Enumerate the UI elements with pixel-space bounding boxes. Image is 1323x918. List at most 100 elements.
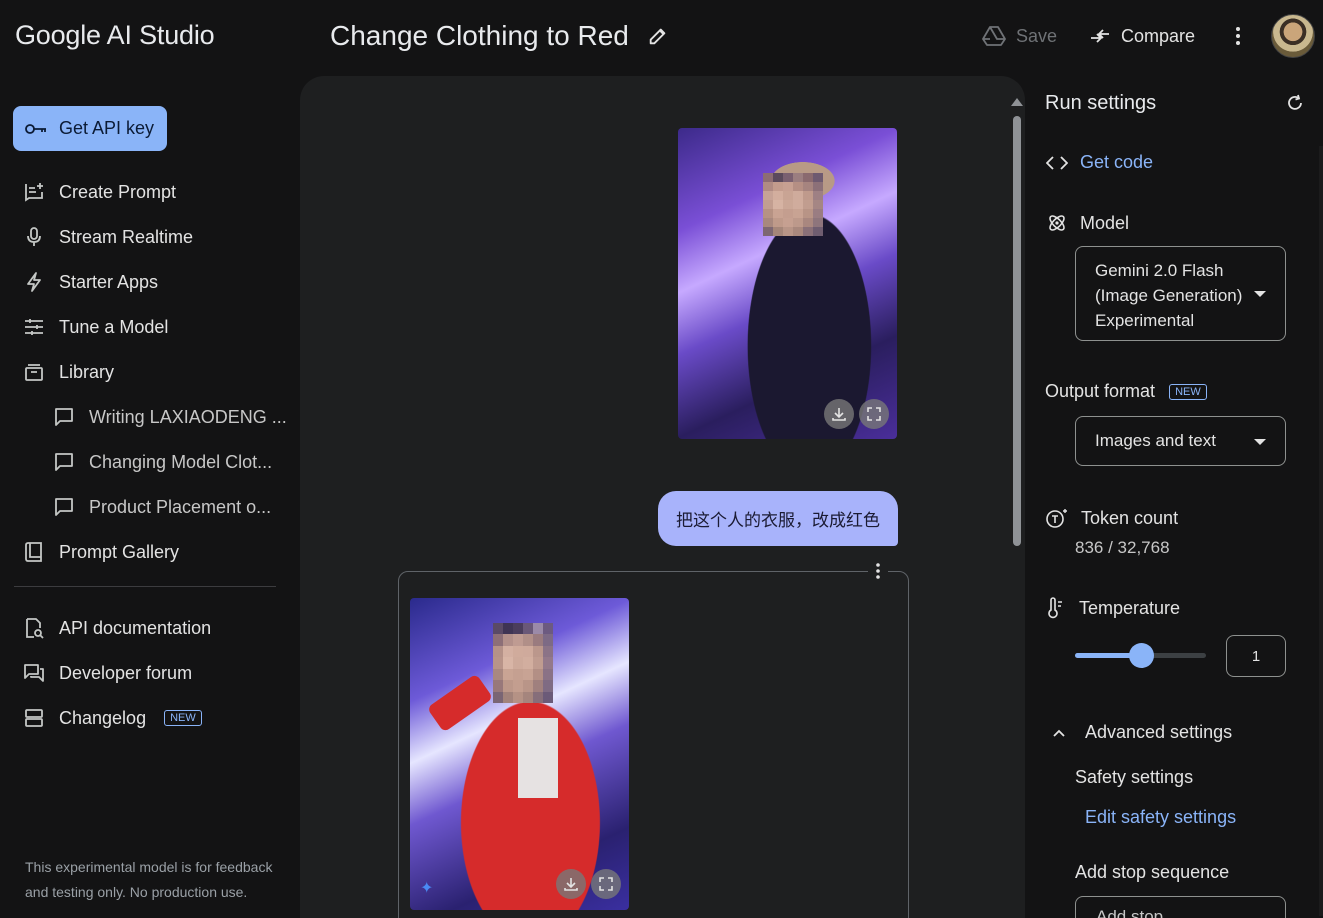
more-vert-icon[interactable] [1235,26,1241,46]
chevron-up-icon [1051,725,1067,741]
library-item[interactable]: Product Placement o... [53,496,271,518]
red-sleeve [426,673,494,733]
chat-bubble-icon [53,451,75,473]
sidebar-item-library[interactable]: Library [23,361,114,383]
compare-label: Compare [1120,25,1195,46]
sparkle-icon: ✦ [420,880,434,897]
sidebar-item-prompt-gallery[interactable]: Prompt Gallery [23,541,179,563]
slider-thumb[interactable] [1128,643,1154,668]
output-format-label: Output format [1045,381,1156,401]
advanced-settings-toggle[interactable]: Advanced settings [1051,722,1232,743]
compare-arrows-icon [1089,26,1111,46]
token-count-label: Token count [1081,507,1179,528]
stop-sequence-input[interactable]: Add stop... [1075,896,1286,918]
sidebar-item-developer-forum[interactable]: Developer forum [23,662,192,684]
chat-scrollbar[interactable] [1011,98,1023,918]
save-label: Save [1015,25,1057,46]
fullscreen-icon [599,877,613,891]
forum-icon [23,662,45,684]
chat-panel: 把这个人的衣服，改成红色 ✦ [300,76,1025,918]
model-select[interactable]: Gemini 2.0 Flash (Image Generation) Expe… [1075,246,1286,341]
fullscreen-button[interactable] [591,869,621,899]
stop-sequence-label: Add stop sequence [1075,862,1230,882]
sidebar-item-label: Prompt Gallery [59,541,180,562]
stop-sequence-placeholder: Add stop... [1096,907,1178,918]
scroll-thumb[interactable] [1013,116,1021,546]
tune-icon [23,316,45,338]
library-item-label: Product Placement o... [89,496,272,517]
input-image[interactable] [678,128,897,439]
dropdown-caret-icon [1254,291,1266,297]
output-format-select[interactable]: Images and text [1075,416,1286,466]
library-item[interactable]: Writing LAXIAODENG ... [53,406,287,428]
temperature-slider[interactable] [1075,643,1206,668]
sidebar-item-changelog[interactable]: Changelog NEW [23,707,202,729]
app-brand[interactable]: Google AI Studio [15,20,215,51]
model-label-row: Model [1046,212,1129,234]
new-badge: NEW [164,710,202,726]
advanced-settings-label: Advanced settings [1085,722,1233,742]
download-button[interactable] [824,399,854,429]
new-badge: NEW [1169,383,1207,400]
sidebar-item-label: Changelog [59,707,147,728]
blurred-face [493,623,553,703]
dropdown-caret-icon [1254,439,1266,445]
api-key-label: Get API key [59,118,155,138]
sidebar-item-stream-realtime[interactable]: Stream Realtime [23,226,193,248]
download-icon [832,408,846,421]
mic-icon [23,226,45,248]
sidebar-item-api-documentation[interactable]: API documentation [23,617,211,639]
temperature-label: Temperature [1079,597,1181,618]
fullscreen-button[interactable] [859,399,889,429]
settings-scrollbar[interactable] [1319,146,1323,916]
fullscreen-icon [867,407,881,421]
refresh-icon[interactable] [1285,93,1305,113]
sidebar-item-starter-apps[interactable]: Starter Apps [23,271,158,293]
save-button[interactable]: Save [982,25,1057,47]
temperature-input[interactable]: 1 [1226,635,1286,677]
token-count-value: 836 / 32,768 [1075,538,1170,557]
output-format-value: Images and text [1095,431,1216,450]
sidebar-item-label: API documentation [59,617,212,638]
model-select-value: Gemini 2.0 Flash (Image Generation) Expe… [1095,261,1243,330]
sidebar-item-label: Stream Realtime [59,226,194,247]
model-atom-icon [1046,212,1068,234]
sidebar-item-label: Library [59,361,115,382]
scroll-up-arrow-icon[interactable] [1011,98,1023,106]
generated-image[interactable]: ✦ [410,598,629,910]
get-code-label: Get code [1080,152,1154,172]
sidebar-item-create-prompt[interactable]: Create Prompt [23,181,176,203]
sidebar: Get API key Create Prompt Stream Realtim… [0,75,300,918]
sidebar-item-label: Tune a Model [59,316,169,337]
get-api-key-button[interactable]: Get API key [13,106,167,151]
edit-pencil-icon[interactable] [647,25,669,47]
more-vert-icon [876,563,880,579]
sidebar-item-label: Developer forum [59,662,193,683]
chat-bubble-icon [53,496,75,518]
sidebar-item-label: Starter Apps [59,271,159,292]
prompt-title[interactable]: Change Clothing to Red [330,20,629,52]
sidebar-item-label: Create Prompt [59,181,177,202]
code-icon [1046,155,1068,171]
user-avatar[interactable] [1271,14,1315,58]
token-icon [1045,507,1069,529]
download-button[interactable] [556,869,586,899]
api-doc-icon [23,617,45,639]
token-count-row: Token count [1045,507,1178,529]
sidebar-item-tune-model[interactable]: Tune a Model [23,316,168,338]
run-settings-panel: Run settings Get code Model Gemini 2.0 F… [1025,76,1323,918]
gallery-book-icon [23,541,45,563]
compare-button[interactable]: Compare [1089,26,1195,47]
edit-safety-settings-link[interactable]: Edit safety settings [1085,807,1236,828]
get-code-button[interactable]: Get code [1046,152,1153,173]
response-more-button[interactable] [868,560,888,582]
thermometer-icon [1045,597,1067,619]
library-icon [23,361,45,383]
drive-icon [982,25,1006,47]
library-item[interactable]: Changing Model Clot... [53,451,272,473]
blurred-face [763,173,823,236]
run-settings-title: Run settings [1045,92,1157,114]
bolt-icon [23,271,45,293]
sidebar-divider [14,586,276,587]
library-item-label: Changing Model Clot... [89,451,273,472]
